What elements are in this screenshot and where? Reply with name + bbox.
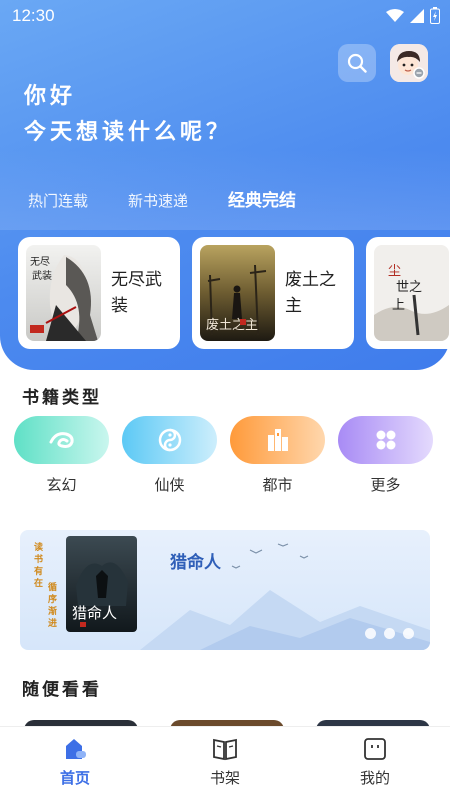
book-card[interactable]: 废土之主 废土之主	[192, 237, 354, 349]
book-cover: 尘 世之 上	[374, 245, 449, 341]
greeting: 你好 今天想读什么呢？	[24, 78, 232, 146]
tab-new-books[interactable]: 新书速递	[128, 190, 188, 212]
category-pill[interactable]	[230, 416, 325, 464]
search-icon	[347, 53, 367, 73]
status-bar: 12:30	[0, 0, 450, 32]
carousel-dots	[365, 628, 414, 639]
nav-label: 首页	[59, 769, 90, 787]
home-icon	[66, 739, 86, 759]
category-more[interactable]: 更多	[338, 416, 433, 495]
book-tabs: 热门连载 新书速递 经典完结	[28, 190, 336, 212]
featured-book-row: 无尽 武装 无尽武装 废土之主 废土之主 尘 世之 上	[18, 237, 450, 349]
avatar[interactable]	[390, 44, 428, 82]
svg-text:世之: 世之	[396, 280, 422, 295]
banner-side-text-right: 循序渐进	[48, 583, 58, 629]
search-button[interactable]	[338, 44, 376, 82]
category-xuanhuan[interactable]: 玄幻	[14, 416, 109, 495]
svg-text:废土之主: 废土之主	[206, 317, 258, 333]
banner-book-title: 猎命人	[170, 553, 221, 573]
category-label: 玄幻	[46, 476, 77, 494]
tab-classic-complete[interactable]: 经典完结	[228, 190, 296, 212]
city-icon	[267, 429, 288, 451]
profile-icon	[364, 738, 386, 760]
clover-icon	[376, 430, 395, 450]
book-title: 废土之主	[285, 270, 336, 316]
cover-art: 猎命人	[66, 536, 137, 632]
nav-profile[interactable]: 我的	[315, 737, 435, 788]
book-card[interactable]: 尘 世之 上	[366, 237, 450, 349]
category-label: 更多	[370, 476, 401, 494]
category-pill[interactable]	[14, 416, 109, 464]
category-urban[interactable]: 都市	[230, 416, 325, 495]
book-icon	[213, 738, 237, 761]
dragon-icon	[49, 432, 74, 448]
nav-home[interactable]: 首页	[15, 737, 135, 788]
promo-banner[interactable]: 读书有在 循序渐进 猎命人 猎命人	[20, 530, 430, 650]
top-actions	[338, 44, 428, 82]
nav-label: 书架	[209, 769, 240, 787]
book-cover: 废土之主	[200, 245, 275, 341]
greeting-question: 今天想读什么呢？	[24, 120, 233, 145]
status-time: 12:30	[12, 6, 55, 25]
cover-art: 无尽 武装	[26, 245, 101, 341]
banner-side-text-left: 读书有在	[34, 543, 44, 589]
yin-yang-icon	[158, 428, 181, 452]
category-label: 都市	[262, 476, 293, 494]
nav-label: 我的	[359, 769, 390, 787]
svg-text:猎命人: 猎命人	[72, 604, 117, 622]
svg-text:尘: 尘	[388, 264, 401, 279]
section-title-categories: 书籍类型	[22, 388, 102, 408]
user-avatar-icon	[390, 44, 428, 82]
category-xianxia[interactable]: 仙侠	[122, 416, 217, 495]
bottom-nav: 首页 书架 我的	[0, 726, 450, 800]
wifi-icon	[386, 8, 404, 22]
signal-icon	[410, 8, 424, 23]
tab-hot-serial[interactable]: 热门连载	[28, 190, 88, 212]
battery-icon	[430, 7, 440, 24]
category-pill[interactable]	[338, 416, 433, 464]
cover-title-text: 无尽	[30, 256, 50, 268]
category-label: 仙侠	[154, 476, 185, 494]
carousel-dot[interactable]	[384, 628, 395, 639]
category-list: 玄幻 仙侠 都市 更多	[14, 416, 433, 495]
svg-text:上: 上	[392, 298, 405, 313]
cover-art: 尘 世之 上	[374, 245, 449, 341]
book-cover: 无尽 武装	[26, 245, 101, 341]
category-pill[interactable]	[122, 416, 217, 464]
carousel-dot[interactable]	[403, 628, 414, 639]
banner-book-cover: 猎命人	[66, 536, 137, 632]
nav-bookshelf[interactable]: 书架	[165, 737, 285, 788]
greeting-hello: 你好	[24, 84, 77, 109]
cover-art: 废土之主	[200, 245, 275, 341]
section-title-random: 随便看看	[22, 680, 102, 700]
carousel-dot[interactable]	[365, 628, 376, 639]
book-card[interactable]: 无尽 武装 无尽武装	[18, 237, 180, 349]
book-title: 无尽武装	[111, 270, 162, 316]
status-icons	[386, 7, 440, 24]
svg-text:武装: 武装	[32, 269, 52, 282]
